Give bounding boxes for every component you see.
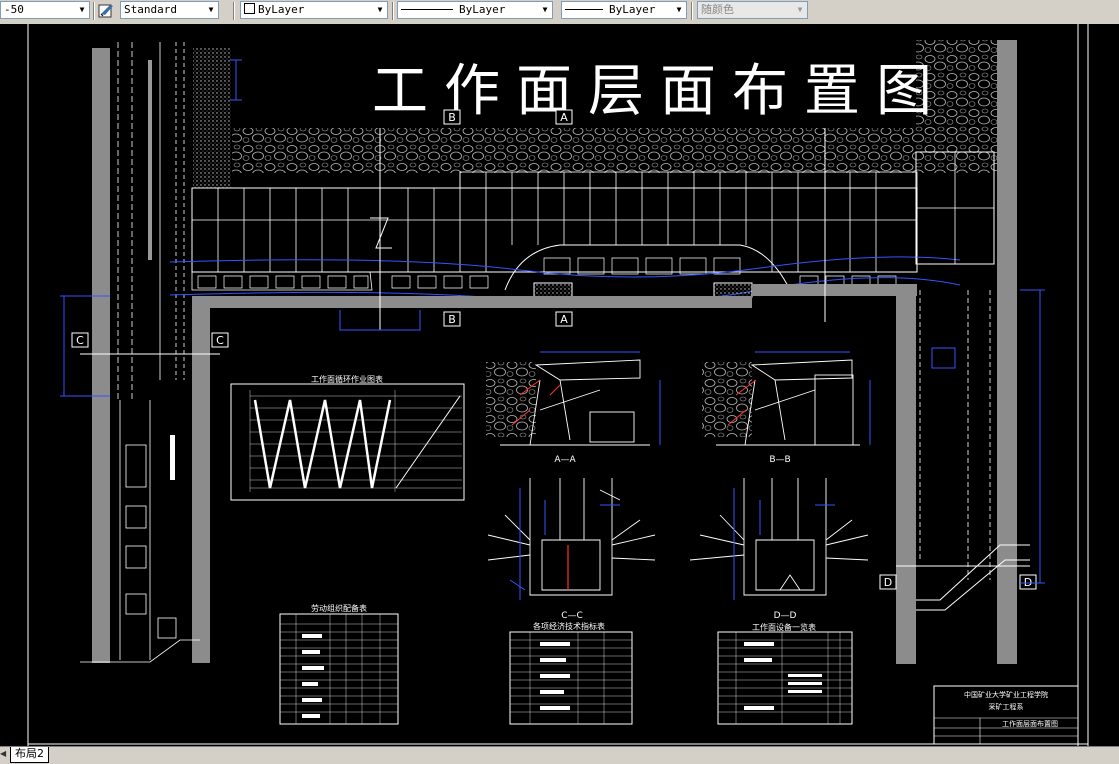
tab-scroll-icon[interactable]: ◀ (0, 749, 6, 758)
plot-style-value: 随颜色 (701, 3, 734, 16)
annotation-strip (148, 60, 152, 260)
section-label-b-top: B (448, 111, 456, 124)
conveyor-pans (191, 271, 373, 291)
cycle-chart-frame (230, 383, 465, 501)
titleblock-dept: 采矿工程系 (989, 702, 1024, 711)
view-label-cc: C—C (561, 611, 583, 621)
text-style-icon[interactable] (98, 2, 116, 19)
layout-tab-bar: ◀ 布局2 (0, 746, 1119, 764)
chevron-down-icon[interactable]: ▼ (373, 2, 387, 18)
section-label-d-left: D (884, 576, 892, 589)
toolbar-separator (392, 2, 394, 20)
section-label-a-bottom: A (560, 313, 568, 326)
canopy-row (459, 171, 918, 189)
chevron-down-icon: ▼ (797, 5, 803, 14)
labor-table-cells (302, 634, 324, 718)
section-view-cc (487, 478, 656, 596)
lineweight-preview-icon (565, 9, 603, 10)
seam-contour-line (169, 256, 961, 278)
chevron-down-icon[interactable]: ▼ (672, 2, 686, 18)
labor-table (279, 613, 399, 725)
section-label-a-top: A (560, 111, 568, 124)
drawing-canvas[interactable]: 工作面层面布置图 B A B A C C D D 工作面循环作业图表 A—A B… (0, 24, 1119, 746)
pillar-block (713, 282, 753, 298)
color-value: ByLayer (258, 3, 305, 16)
right-roadway-wall-outer (997, 40, 1017, 664)
linetype-preview-icon (401, 9, 453, 10)
toolbar-separator (93, 2, 95, 20)
section-view-aa (486, 359, 650, 446)
tech-table-title: 各项经济技术指标表 (533, 621, 605, 631)
color-swatch-icon (244, 3, 255, 14)
lineweight-dropdown[interactable]: ByLayer ▼ (561, 1, 687, 19)
tech-table-grid (510, 632, 632, 724)
left-roadway-wall (92, 48, 110, 663)
equipment-table (717, 631, 853, 725)
section-label-c-left: C (76, 334, 84, 347)
cad-drawing[interactable]: 工作面层面布置图 B A B A C C D D 工作面循环作业图表 A—A B… (0, 24, 1119, 746)
chevron-down-icon[interactable]: ▼ (75, 2, 89, 18)
chevron-down-icon[interactable]: ▼ (204, 2, 218, 18)
view-label-bb: B—B (769, 455, 790, 465)
plot-style-dropdown: 随颜色 ▼ (697, 1, 808, 19)
bottom-roadway (752, 284, 917, 296)
support-dividers (217, 172, 877, 272)
linetype-value: ByLayer (459, 3, 506, 16)
equip-table-title: 工作面设备一览表 (752, 622, 816, 632)
section-label-c-right: C (216, 334, 224, 347)
cycle-chart-curve (395, 395, 461, 489)
labor-table-grid (280, 614, 398, 724)
tech-table (509, 631, 633, 725)
labor-table-title: 劳动组织配备表 (311, 603, 367, 613)
layer-dropdown[interactable]: -50 ▼ (0, 1, 90, 19)
section-label-b-bottom: B (448, 313, 456, 326)
equipment-table-grid (718, 632, 852, 724)
text-style-dropdown[interactable]: Standard ▼ (120, 1, 219, 19)
annotation-strip (170, 435, 175, 480)
titleblock-drawing-name: 工作面层面布置图 (1002, 719, 1058, 728)
titleblock-school: 中国矿业大学矿业工程学院 (964, 690, 1048, 699)
section-view-dd (689, 478, 869, 596)
tech-table-cells (540, 642, 570, 710)
roof-rock-hatch (232, 128, 1000, 173)
section-view-bb (702, 359, 860, 446)
color-dropdown[interactable]: ByLayer ▼ (240, 1, 388, 19)
view-label-dd: D—D (774, 611, 797, 621)
right-roadway-wall (896, 284, 916, 664)
dimension-lines (540, 351, 661, 445)
break-symbol (370, 217, 392, 249)
tab-layout2[interactable]: 布局2 (10, 747, 49, 763)
equipment-table-cells (744, 642, 822, 710)
cycle-chart-title: 工作面循环作业图表 (311, 374, 383, 384)
lineweight-value: ByLayer (609, 3, 656, 16)
linetype-dropdown[interactable]: ByLayer ▼ (397, 1, 553, 19)
text-style-value: Standard (124, 3, 177, 16)
properties-toolbar: -50 ▼ Standard ▼ ByLayer ▼ ByLayer ▼ ByL… (0, 0, 1119, 25)
chevron-down-icon[interactable]: ▼ (538, 2, 552, 18)
layer-value: -50 (4, 3, 24, 16)
gob-hatch (193, 48, 231, 188)
bottom-roadway (192, 296, 752, 308)
toolbar-separator (691, 2, 693, 20)
toolbar-separator (233, 2, 235, 20)
tab-layout2-label: 布局2 (15, 747, 44, 760)
view-label-aa: A—A (554, 455, 576, 465)
pillar-block (533, 282, 573, 298)
